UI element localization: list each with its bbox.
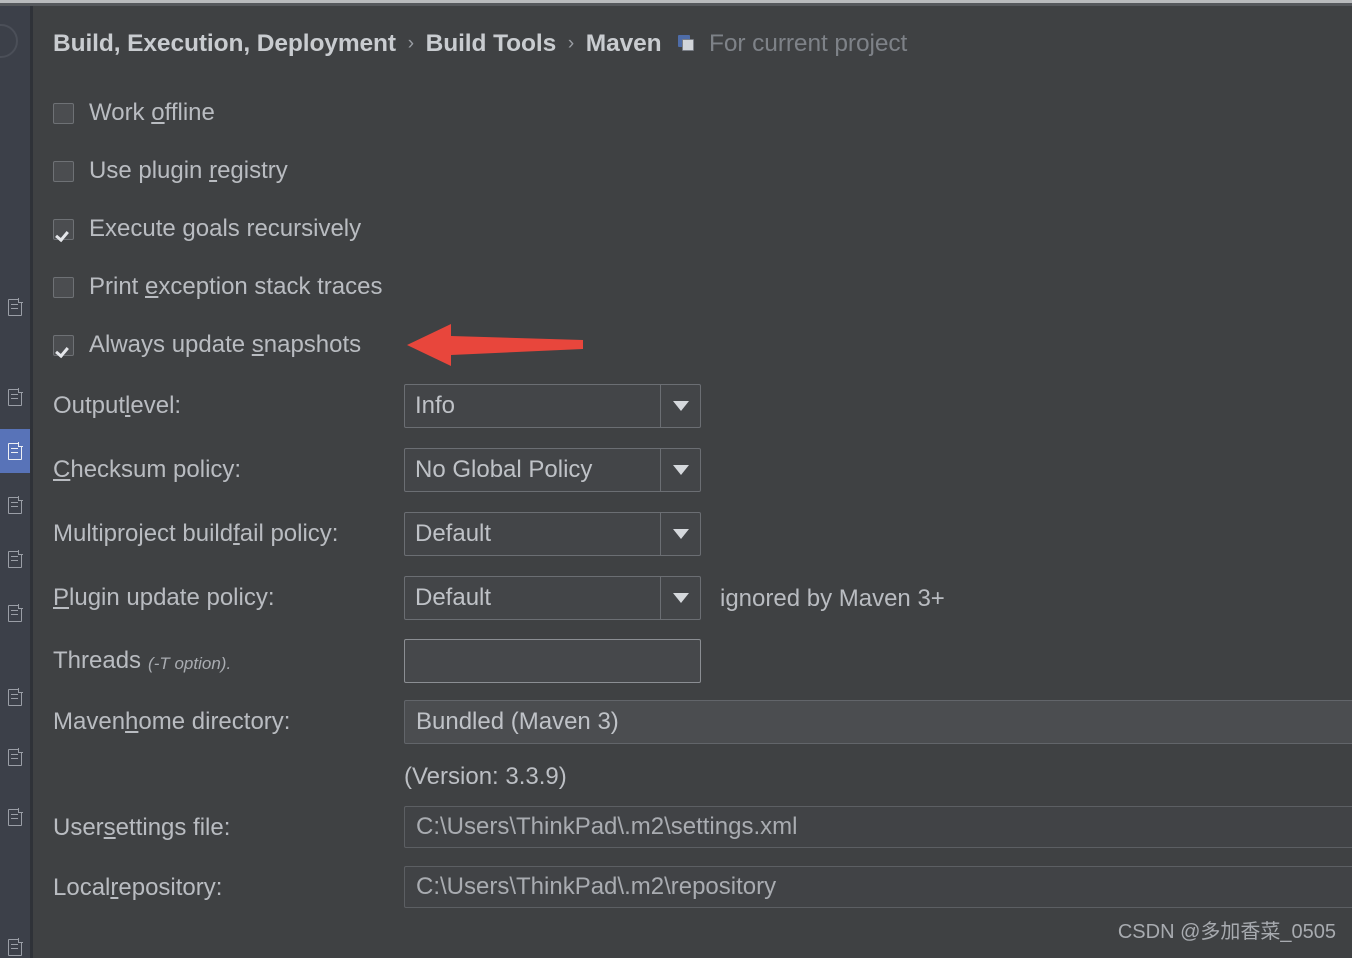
- output-level-combobox[interactable]: Info: [404, 384, 701, 428]
- checkbox-row[interactable]: Work offline: [53, 99, 215, 127]
- checkbox-checked-icon[interactable]: [53, 334, 74, 356]
- sidebar-item[interactable]: [0, 795, 30, 839]
- row-checksum-policy: Checksum policy: No Global Policy: [53, 448, 1053, 492]
- checkbox-label: Execute goals recursively: [89, 215, 362, 242]
- sidebar-item[interactable]: [0, 735, 30, 779]
- row-threads: Threads (-T option).: [53, 639, 1053, 683]
- sidebar-item[interactable]: [0, 483, 30, 527]
- chevron-down-icon: [672, 401, 689, 411]
- multiproject-fail-policy-combobox[interactable]: Default: [404, 512, 701, 556]
- user-settings-file-input[interactable]: C:\Users\ThinkPad\.m2\settings.xml: [404, 806, 1352, 848]
- checkbox-row[interactable]: Use plugin registry: [53, 157, 288, 185]
- avatar-circle-decoration: [0, 24, 18, 58]
- plugin-update-policy-side-note: ignored by Maven 3+: [720, 585, 945, 612]
- document-icon: [8, 603, 23, 622]
- breadcrumb-separator-icon: ›: [567, 33, 575, 54]
- output-level-dropdown-arrow[interactable]: [660, 385, 700, 427]
- local-repository-input[interactable]: C:\Users\ThinkPad\.m2\repository: [404, 866, 1352, 908]
- output-level-value: Info: [415, 392, 456, 419]
- multiproject-fail-policy-value: Default: [415, 520, 492, 547]
- checkbox-label: Always update snapshots: [89, 331, 362, 358]
- maven-settings-panel: Build, Execution, Deployment › Build Too…: [39, 6, 1352, 958]
- document-icon: [8, 747, 23, 766]
- plugin-update-policy-combobox[interactable]: Default: [404, 576, 701, 620]
- row-plugin-update-policy: Plugin update policy: Default ignored by…: [53, 576, 1153, 620]
- row-multiproject-fail-policy: Multiproject build f ail policy: Default: [53, 512, 1053, 556]
- checkbox-row[interactable]: Always update snapshots: [53, 331, 361, 359]
- plugin-update-policy-value: Default: [415, 584, 492, 611]
- checksum-policy-dropdown-arrow[interactable]: [660, 449, 700, 491]
- document-icon: [8, 807, 23, 826]
- output-level-label: Output l evel:: [53, 392, 182, 419]
- sidebar-item[interactable]: [0, 675, 30, 719]
- chevron-down-icon: [672, 529, 689, 539]
- plugin-update-policy-dropdown-arrow[interactable]: [660, 577, 700, 619]
- multiproject-fail-policy-label: Multiproject build f ail policy:: [53, 520, 339, 547]
- checkbox-row[interactable]: Execute goals recursively: [53, 215, 361, 243]
- row-maven-home-directory: Maven h ome directory: Bundled (Maven 3): [53, 700, 1352, 744]
- document-icon: [8, 687, 23, 706]
- breadcrumb-separator-icon: ›: [407, 33, 414, 54]
- row-output-level: Output l evel: Info: [53, 384, 1053, 428]
- multiproject-fail-policy-dropdown-arrow[interactable]: [660, 513, 700, 555]
- breadcrumb-item-build-execution-deployment[interactable]: Build, Execution, Deployment: [53, 30, 396, 57]
- sidebar-item[interactable]: [0, 285, 30, 329]
- sidebar-item[interactable]: [0, 537, 30, 581]
- settings-window: Build, Execution, Deployment › Build Too…: [0, 0, 1352, 958]
- breadcrumb-item-maven[interactable]: Maven: [586, 30, 662, 57]
- checksum-policy-combobox[interactable]: No Global Policy: [404, 448, 701, 492]
- checkbox-unchecked-icon[interactable]: [53, 102, 74, 124]
- chevron-down-icon: [672, 593, 689, 603]
- row-local-repository: Local r epository: C:\Users\ThinkPad\.m2\…: [53, 866, 1352, 910]
- sidebar-item[interactable]: [0, 375, 30, 419]
- maven-version-note: (Version: 3.3.9): [404, 763, 567, 790]
- sidebar-item[interactable]: [0, 591, 30, 635]
- checksum-policy-label: Checksum policy:: [53, 456, 242, 483]
- settings-tree-strip[interactable]: [0, 6, 30, 958]
- row-user-settings-file: User s ettings file: C:\Users\ThinkPad\.m…: [53, 806, 1352, 850]
- sidebar-item[interactable]: [0, 925, 30, 958]
- breadcrumb: Build, Execution, Deployment › Build Too…: [53, 30, 907, 58]
- checkbox-label: Work offline: [89, 99, 215, 126]
- sidebar-item-selected[interactable]: [0, 429, 30, 473]
- maven-home-directory-label: Maven h ome directory:: [53, 708, 291, 735]
- checkbox-unchecked-icon[interactable]: [53, 276, 74, 298]
- checkbox-row[interactable]: Print exception stack traces: [53, 273, 382, 301]
- threads-input[interactable]: [404, 639, 701, 683]
- watermark-label: CSDN @多加香菜_0505: [1117, 921, 1336, 943]
- document-icon: [8, 937, 23, 956]
- local-repository-label: Local r epository:: [53, 874, 223, 901]
- checkbox-label: Use plugin registry: [89, 157, 288, 184]
- document-icon: [8, 549, 23, 568]
- document-icon: [8, 297, 23, 316]
- threads-label: Threads (-T option).: [53, 647, 232, 674]
- threads-option-hint: (-T option).: [148, 654, 232, 673]
- document-icon: [8, 441, 23, 460]
- module-icon: [678, 35, 695, 52]
- document-icon: [8, 495, 23, 514]
- chevron-down-icon: [672, 465, 689, 475]
- plugin-update-policy-label: Plugin update policy:: [53, 584, 275, 611]
- document-icon: [8, 387, 23, 406]
- module-icon-front: [682, 39, 695, 51]
- checkbox-label: Print exception stack traces: [89, 273, 383, 300]
- maven-home-directory-combobox[interactable]: Bundled (Maven 3): [404, 700, 1352, 744]
- breadcrumb-item-build-tools[interactable]: Build Tools: [426, 30, 557, 57]
- checkbox-unchecked-icon[interactable]: [53, 160, 74, 182]
- annotation-arrow-icon: [405, 318, 585, 371]
- checksum-policy-value: No Global Policy: [415, 456, 593, 483]
- checkbox-checked-icon[interactable]: [53, 218, 74, 240]
- user-settings-file-label: User s ettings file:: [53, 814, 231, 841]
- scope-hint-label: For current project: [708, 30, 908, 57]
